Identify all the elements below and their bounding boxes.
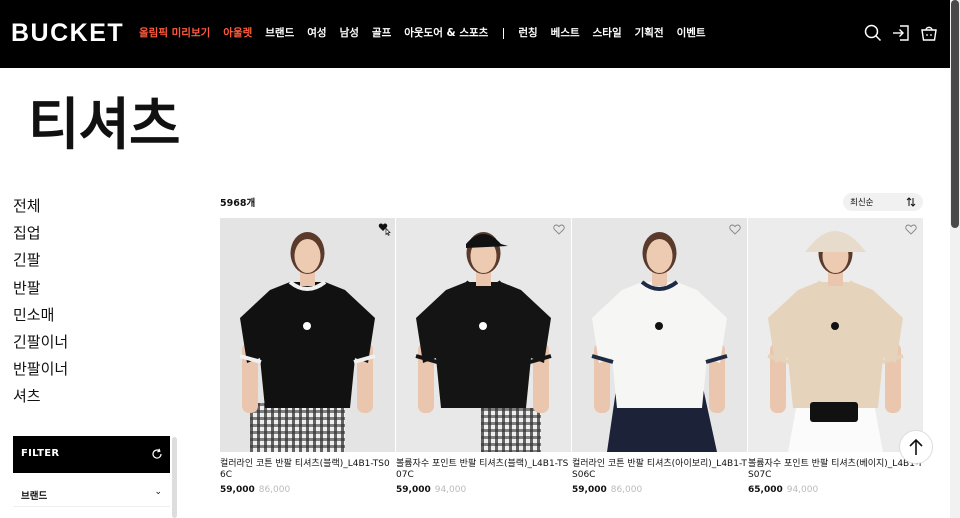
refresh-icon[interactable] <box>151 448 163 460</box>
wishlist-heart-hover-icon[interactable] <box>378 222 392 236</box>
skirt-pattern <box>250 424 345 427</box>
skirt-pattern <box>250 431 345 434</box>
original-price: 94,000 <box>786 485 819 495</box>
nav-item-event[interactable]: 이벤트 <box>677 25 706 41</box>
sidebar-scrollbar[interactable] <box>172 437 177 518</box>
cart-icon[interactable] <box>920 24 938 42</box>
skirt-pattern <box>481 422 541 425</box>
product-image[interactable] <box>220 218 395 452</box>
category-short-sleeve-inner[interactable]: 반팔이너 <box>13 356 68 383</box>
shirt-logo <box>655 322 663 330</box>
skirt-pattern <box>481 415 541 418</box>
shirt-logo <box>479 322 487 330</box>
nav-item-golf[interactable]: 골프 <box>372 25 391 41</box>
nav-item-launching[interactable]: 런칭 <box>518 25 537 41</box>
nav-item-best[interactable]: 베스트 <box>551 25 580 41</box>
site-header: BUCKET 올림픽 미리보기 아울렛 브랜드 여성 남성 골프 아웃도어 & … <box>0 0 950 68</box>
sort-label: 최신순 <box>850 198 874 208</box>
filter-header: FILTER <box>13 436 170 473</box>
nav-item-outdoor-sports[interactable]: 아웃도어 & 스포츠 <box>404 25 488 41</box>
product-name[interactable]: 볼륨자수 포인트 반팔 티셔츠(블랙)_L4B1-TS07C <box>396 459 571 481</box>
nav-item-olympic-preview[interactable]: 올림픽 미리보기 <box>139 25 210 41</box>
page-title: 티셔츠 <box>28 93 181 158</box>
chevron-down-icon: ⌄ <box>154 487 162 497</box>
search-icon[interactable] <box>864 24 882 42</box>
product-name[interactable]: 컬러라인 코튼 반팔 티셔츠(블랙)_L4B1-TS06C <box>220 459 395 481</box>
category-long-sleeve-inner[interactable]: 긴팔이너 <box>13 329 68 356</box>
product-card[interactable]: 볼륨자수 포인트 반팔 티셔츠(블랙)_L4B1-TS07C 59,000 94,… <box>396 218 571 496</box>
product-card[interactable]: 컬러라인 코튼 반팔 티셔츠(블랙)_L4B1-TS06C 59,000 86,0… <box>220 218 395 496</box>
nav-item-outlet[interactable]: 아울렛 <box>223 25 252 41</box>
heart-icon[interactable] <box>553 224 565 235</box>
product-card[interactable]: 볼륨자수 포인트 반팔 티셔츠(베이지)_L4B1-TS07C 65,000 94… <box>748 218 923 496</box>
nav-item-women[interactable]: 여성 <box>307 25 326 41</box>
filter-brand-toggle[interactable]: 브랜드 ⌄ <box>13 481 170 507</box>
product-price: 59,000 86,000 <box>220 484 395 496</box>
product-price: 59,000 94,000 <box>396 484 571 496</box>
category-all[interactable]: 전체 <box>13 193 68 220</box>
login-icon[interactable] <box>892 24 910 42</box>
belt-bag <box>810 402 858 422</box>
original-price: 86,000 <box>258 485 291 495</box>
nav-item-exhibition[interactable]: 기획전 <box>635 25 664 41</box>
shirt-logo <box>831 322 839 330</box>
product-photo <box>572 218 747 452</box>
product-name[interactable]: 컬러라인 코튼 반팔 티셔츠(아이보리)_L4B1-TS06C <box>572 459 747 481</box>
sale-price: 59,000 <box>572 485 607 495</box>
header-actions <box>854 24 938 42</box>
skirt-pattern <box>481 450 541 452</box>
page-scrollbar-thumb[interactable] <box>951 0 959 228</box>
category-zipup[interactable]: 집업 <box>13 220 68 247</box>
sort-arrows-icon <box>906 197 916 207</box>
product-image[interactable] <box>572 218 747 452</box>
product-price: 59,000 86,000 <box>572 484 747 496</box>
skirt-pattern <box>250 438 345 441</box>
category-short-sleeve[interactable]: 반팔 <box>13 275 68 302</box>
skirt-pattern <box>250 445 345 448</box>
filter-brand-label: 브랜드 <box>21 491 48 502</box>
heart-icon[interactable] <box>905 224 917 235</box>
sort-select[interactable]: 최신순 <box>843 193 923 211</box>
original-price: 86,000 <box>610 485 643 495</box>
product-photo <box>396 218 571 452</box>
nav-item-style[interactable]: 스타일 <box>593 25 622 41</box>
skirt-pattern <box>481 443 541 446</box>
product-photo <box>748 218 923 452</box>
sale-price: 59,000 <box>220 485 255 495</box>
product-card[interactable]: 컬러라인 코튼 반팔 티셔츠(아이보리)_L4B1-TS06C 59,000 86… <box>572 218 747 496</box>
main-nav: 올림픽 미리보기 아울렛 브랜드 여성 남성 골프 아웃도어 & 스포츠 런칭 … <box>139 25 719 41</box>
category-shirts[interactable]: 셔츠 <box>13 383 68 410</box>
product-image[interactable] <box>396 218 571 452</box>
nav-divider <box>503 27 505 39</box>
skirt-pattern <box>250 417 345 420</box>
skirt-pattern <box>250 410 345 413</box>
skirt-pattern <box>481 408 541 411</box>
nav-item-men[interactable]: 남성 <box>340 25 359 41</box>
sale-price: 65,000 <box>748 485 783 495</box>
skirt-pattern <box>481 429 541 432</box>
shirt-logo <box>303 322 311 330</box>
heart-icon[interactable] <box>729 224 741 235</box>
product-image[interactable] <box>748 218 923 452</box>
arrow-up-icon <box>909 438 923 455</box>
product-photo <box>220 218 395 452</box>
sale-price: 59,000 <box>396 485 431 495</box>
product-name[interactable]: 볼륨자수 포인트 반팔 티셔츠(베이지)_L4B1-TS07C <box>748 459 923 481</box>
category-list: 전체 집업 긴팔 반팔 민소매 긴팔이너 반팔이너 셔츠 <box>13 193 68 411</box>
skirt-pattern <box>481 436 541 439</box>
filter-label: FILTER <box>21 448 60 459</box>
scroll-to-top-button[interactable] <box>899 430 933 464</box>
product-count: 5968개 <box>220 198 256 209</box>
bucket-logo[interactable]: BUCKET <box>11 19 124 47</box>
nav-item-brand[interactable]: 브랜드 <box>265 25 294 41</box>
face <box>294 239 321 273</box>
face <box>646 239 673 273</box>
original-price: 94,000 <box>434 485 467 495</box>
product-price: 65,000 94,000 <box>748 484 923 496</box>
category-long-sleeve[interactable]: 긴팔 <box>13 247 68 274</box>
category-sleeveless[interactable]: 민소매 <box>13 302 68 329</box>
